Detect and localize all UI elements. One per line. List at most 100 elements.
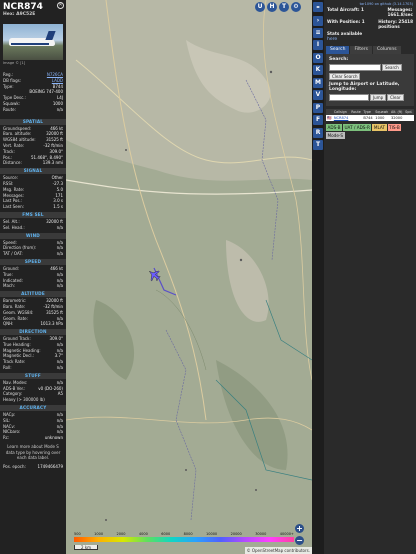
map-button-column: U H T ⚙ ◂▸ › ≡ I O K M V P F R T [255, 0, 324, 554]
aircraft-photo[interactable] [3, 24, 63, 60]
tab-filters[interactable]: Filters [350, 46, 372, 54]
messages-block: Messages: 1661.8/sec [387, 7, 413, 17]
table-cell [404, 115, 414, 121]
info-label: Heavy (> 300000 lb) [3, 397, 45, 403]
sidebar-tabs: Search Filters Columns [326, 46, 414, 54]
map-button-u[interactable]: U [255, 2, 265, 12]
stats-available: Stats available [327, 31, 363, 36]
info-label: TAT / OAT: [3, 251, 23, 257]
altitude-label: 10000 [206, 532, 218, 536]
photo-plane-stripe [11, 43, 49, 45]
clear-search-button[interactable]: Clear Search [329, 73, 361, 80]
jump-line: Jump Clear [329, 94, 411, 101]
table-cell: 1000 [374, 115, 390, 121]
detail-value: n/a [56, 106, 63, 112]
section-header-direction[interactable]: DIRECTION [0, 329, 66, 336]
info-label: Distance: [3, 160, 22, 166]
info-label: Last Seen: [3, 204, 24, 210]
info-row: Distance: 139.3 nmi [0, 160, 66, 166]
search-line: Search [329, 64, 411, 71]
info-value: unknown [44, 435, 63, 441]
search-input[interactable] [329, 64, 381, 71]
stats-row-3: Stats available [324, 30, 416, 37]
stats-row-1: Total Aircraft: 1 Messages: 1661.8/sec [324, 6, 416, 18]
photo-credit[interactable]: Image © [1] [3, 61, 63, 65]
altitude-label: 2000 [116, 532, 126, 536]
map-toggle-m[interactable]: M [313, 77, 323, 88]
info-value: 1013.3 hPa [40, 321, 64, 327]
altitude-label: 8000 [183, 532, 193, 536]
map-toggle-i[interactable]: I [313, 40, 323, 50]
map-button-t[interactable]: T [279, 2, 289, 12]
chevron-right-icon[interactable]: › [313, 16, 323, 26]
map-toggle-v[interactable]: V [313, 90, 323, 100]
callsign-title: NCR874 [3, 2, 43, 12]
section-header-speed[interactable]: SPEED [0, 258, 66, 265]
detail-label: Route: [3, 106, 16, 112]
source-badge-uat-ads-r: UAT / ADS-R [342, 124, 372, 131]
table-cell[interactable]: NCR874 [332, 115, 351, 121]
map-toggle-r[interactable]: R [313, 127, 323, 138]
zoom-in-button[interactable]: + [295, 524, 304, 533]
close-icon[interactable]: ✕ [57, 2, 64, 9]
section-header-wind[interactable]: WIND [0, 232, 66, 239]
map-attribution[interactable]: © OpenStreetMap contributors. [244, 547, 312, 554]
history-sub: positions [378, 24, 400, 29]
info-footer-note: Learn more about Mode S data type by hov… [5, 444, 61, 461]
jump-label: Jump to Airport or Latitude, Longitude: [329, 82, 400, 92]
section-header-stuff[interactable]: STUFF [0, 372, 66, 379]
section-header-signal[interactable]: SIGNAL [0, 168, 66, 175]
source-badge-mode-s: Mode-S [326, 132, 345, 139]
section-header-fms-sel[interactable]: FMS SEL [0, 211, 66, 218]
map-toggle-p[interactable]: P [313, 102, 323, 113]
altitude-label: 1000 [94, 532, 104, 536]
map-toggle-o[interactable]: O [313, 52, 323, 63]
aircraft-table-body: 🇺🇸 NCR874 B744 1000 32000 [326, 115, 414, 121]
info-row: TAT / OAT: n/a [0, 251, 66, 257]
info-row: Roll: n/a [0, 365, 66, 371]
map-view[interactable]: + − 500 1000 2000 4000 6000 8000 10000 20000 300… [66, 0, 312, 554]
map-toggle-k[interactable]: K [313, 65, 323, 75]
section-header-spatial[interactable]: SPATIAL [0, 118, 66, 125]
with-position: With Position: 1 [327, 19, 365, 24]
info-row: Heavy (> 300000 lb) [0, 397, 66, 403]
altitude-legend-labels: 500 1000 2000 4000 6000 8000 10000 20000 30000 40… [74, 532, 294, 536]
photo-plane-tail [45, 31, 56, 40]
jump-button[interactable]: Jump [370, 94, 387, 101]
jump-input[interactable] [329, 94, 369, 101]
altitude-label: 4000 [138, 532, 148, 536]
settings-gear-icon[interactable]: ⚙ [291, 2, 301, 12]
info-sections: SPATIAL Groundspeed: 466 kt Baro. altitude:… [0, 118, 66, 441]
stats-row-2: With Position: 1 History: 25418 position… [324, 18, 416, 30]
map-scale: 2 km [74, 545, 99, 550]
map-toggle-f[interactable]: F [313, 115, 323, 125]
info-label: QNH: [3, 321, 14, 327]
history-block: History: 25418 positions [378, 19, 413, 29]
tab-columns[interactable]: Columns [372, 46, 401, 54]
layers-icon[interactable]: ≡ [313, 28, 323, 38]
stats-link[interactable]: here [324, 37, 416, 42]
hex-label: Hex: A9C52E [3, 12, 36, 17]
info-value: n/a [56, 251, 63, 257]
section-header-altitude[interactable]: ALTITUDE [0, 291, 66, 298]
info-label: Rc: [3, 435, 10, 441]
table-cell: 32000 [389, 115, 405, 121]
table-row[interactable]: 🇺🇸 NCR874 B744 1000 32000 [326, 115, 414, 121]
section-header-accuracy[interactable]: ACCURACY [0, 405, 66, 412]
pos-epoch-label: Pos. epoch: [3, 463, 26, 469]
info-value: n/a [56, 283, 63, 289]
map-button-h[interactable]: H [267, 2, 277, 12]
info-value: A5 [57, 391, 63, 397]
info-value: 1.5 s [53, 204, 63, 210]
altitude-label: 30000 [255, 532, 267, 536]
zoom-out-button[interactable]: − [295, 536, 304, 545]
search-button[interactable]: Search [382, 64, 402, 71]
table-cell [350, 115, 363, 121]
expand-sidebar-icon[interactable]: ◂▸ [313, 2, 323, 12]
pos-epoch-row: Pos. epoch: 1749466479 [0, 464, 66, 470]
clear-button[interactable]: Clear [387, 94, 404, 101]
tab-search[interactable]: Search [326, 46, 350, 54]
aircraft-info-panel: NCR874 Hex: A9C52E ✕ Image © [1] Reg.: N7… [0, 0, 66, 554]
map-toggle-t[interactable]: T [313, 140, 323, 150]
info-value: n/a [56, 224, 63, 230]
